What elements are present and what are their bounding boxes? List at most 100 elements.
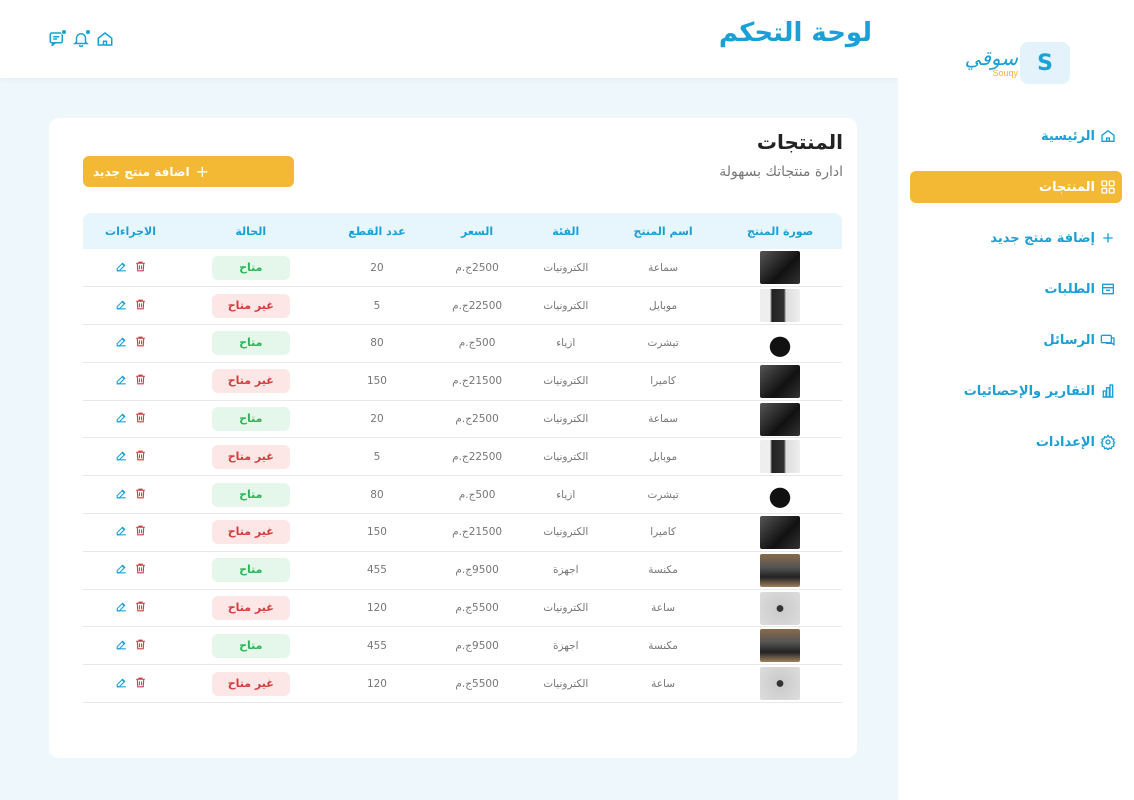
table-row[interactable]: موبايل الكترونيات 22500ج.م 5 غير متاح: [83, 437, 842, 477]
home-icon[interactable]: [96, 30, 114, 48]
edit-icon[interactable]: [115, 373, 128, 386]
column-header[interactable]: الحالة: [178, 213, 323, 249]
product-thumbnail[interactable]: [760, 629, 801, 663]
delete-icon[interactable]: [134, 600, 147, 613]
column-header[interactable]: الفئة: [524, 213, 608, 249]
status-badge: متاح: [211, 558, 290, 583]
product-price: 500ج.م: [430, 475, 524, 515]
sidebar-item-settings[interactable]: الإعدادات: [910, 426, 1122, 458]
product-category: الكترونيات: [523, 400, 608, 439]
products-card: المنتجات ادارة منتجاتك بسهولة + اضافة من…: [49, 118, 857, 758]
column-header[interactable]: اسم المنتج: [608, 213, 718, 249]
edit-icon[interactable]: [115, 524, 128, 537]
edit-icon[interactable]: [115, 260, 128, 273]
table-row[interactable]: ساعة الكترونيات 5500ج.م 120 غير متاح: [83, 664, 842, 704]
delete-icon[interactable]: [134, 298, 147, 311]
section-title: المنتجات: [756, 130, 843, 154]
product-actions: [83, 664, 179, 704]
product-category: الكترونيات: [523, 286, 608, 326]
status-badge: غير متاح: [211, 369, 290, 394]
edit-icon[interactable]: [115, 411, 128, 424]
table-row[interactable]: سماعة الكترونيات 2500ج.م 20 متاح: [83, 249, 842, 288]
sidebar-item-products[interactable]: المنتجات: [910, 171, 1122, 203]
actions-group: [115, 638, 147, 651]
product-quantity: 150: [323, 513, 431, 552]
product-thumbnail[interactable]: [760, 591, 801, 625]
column-header[interactable]: السعر: [430, 213, 523, 249]
product-status-cell: غير متاح: [178, 589, 324, 628]
bell-icon[interactable]: [72, 29, 91, 48]
product-category: اجهزة: [523, 626, 608, 666]
table-row[interactable]: ساعة الكترونيات 5500ج.م 120 غير متاح: [83, 589, 842, 628]
sidebar-item-home[interactable]: الرئيسية: [910, 120, 1122, 152]
delete-icon[interactable]: [134, 260, 147, 273]
sidebar-item-orders[interactable]: الطلبات: [910, 273, 1122, 305]
edit-icon[interactable]: [115, 562, 128, 575]
delete-icon[interactable]: [134, 638, 147, 651]
chat-icon: [1100, 332, 1116, 348]
delete-icon[interactable]: [134, 335, 147, 348]
product-price: 21500ج.م: [430, 362, 524, 401]
column-header[interactable]: الاجراءات: [83, 213, 178, 249]
table-row[interactable]: موبايل الكترونيات 22500ج.م 5 غير متاح: [83, 286, 842, 326]
actions-group: [115, 373, 147, 386]
product-thumbnail[interactable]: [760, 364, 801, 398]
product-thumbnail[interactable]: [760, 289, 801, 323]
delete-icon[interactable]: [134, 524, 147, 537]
product-name: كاميرا: [607, 362, 719, 401]
product-image-cell: [718, 589, 842, 628]
product-thumbnail[interactable]: [760, 553, 801, 587]
product-thumbnail[interactable]: [760, 440, 801, 474]
delete-icon[interactable]: [134, 411, 147, 424]
product-quantity: 80: [323, 475, 431, 515]
product-thumbnail[interactable]: [760, 402, 801, 436]
product-actions: [83, 437, 179, 477]
product-thumbnail[interactable]: [760, 478, 801, 512]
product-image-cell: [718, 249, 842, 288]
product-quantity: 80: [323, 324, 431, 363]
delete-icon[interactable]: [134, 449, 147, 462]
table-row[interactable]: كاميرا الكترونيات 21500ج.م 150 غير متاح: [83, 513, 842, 552]
add-product-button[interactable]: + اضافة منتج جديد: [83, 156, 294, 187]
messages-icon[interactable]: [48, 29, 67, 48]
sidebar-item-label: المنتجات: [1039, 179, 1095, 195]
messages-dot: [61, 29, 67, 35]
product-image-cell: [718, 475, 842, 515]
product-price: 21500ج.م: [430, 513, 524, 552]
product-thumbnail[interactable]: [760, 515, 801, 549]
header-icons: [48, 29, 114, 48]
product-thumbnail[interactable]: [760, 326, 801, 360]
table-row[interactable]: تيشرت ازياء 500ج.م 80 متاح: [83, 475, 842, 515]
page-title: لوحة التحكم: [718, 18, 872, 48]
edit-icon[interactable]: [115, 600, 128, 613]
product-category: ازياء: [523, 475, 608, 515]
sidebar-item-add-product[interactable]: إضافة منتج جديد: [910, 222, 1122, 254]
delete-icon[interactable]: [134, 487, 147, 500]
column-header[interactable]: عدد القطع: [323, 213, 430, 249]
product-thumbnail[interactable]: [760, 667, 801, 701]
product-category: الكترونيات: [523, 249, 608, 288]
product-image-cell: [718, 626, 842, 666]
products-table: صورة المنتج اسم المنتج الفئة السعر عدد ا…: [83, 213, 842, 704]
delete-icon[interactable]: [134, 676, 147, 689]
sidebar-item-messages[interactable]: الرسائل: [910, 324, 1122, 356]
sidebar-item-reports[interactable]: التقارير والإحصائيات: [910, 375, 1122, 407]
column-header[interactable]: صورة المنتج: [718, 213, 842, 249]
edit-icon[interactable]: [115, 298, 128, 311]
edit-icon[interactable]: [115, 487, 128, 500]
product-name: مكنسة: [607, 626, 719, 666]
edit-icon[interactable]: [115, 676, 128, 689]
edit-icon[interactable]: [115, 449, 128, 462]
delete-icon[interactable]: [134, 562, 147, 575]
table-row[interactable]: تيشرت ازياء 500ج.م 80 متاح: [83, 324, 842, 363]
table-row[interactable]: سماعة الكترونيات 2500ج.م 20 متاح: [83, 400, 842, 439]
product-thumbnail[interactable]: [760, 251, 801, 285]
cart-icon: [1100, 281, 1116, 297]
table-row[interactable]: كاميرا الكترونيات 21500ج.م 150 غير متاح: [83, 362, 842, 401]
table-row[interactable]: مكنسة اجهزة 9500ج.م 455 متاح: [83, 626, 842, 666]
product-status-cell: غير متاح: [178, 664, 324, 704]
table-row[interactable]: مكنسة اجهزة 9500ج.م 455 متاح: [83, 551, 842, 590]
edit-icon[interactable]: [115, 335, 128, 348]
edit-icon[interactable]: [115, 638, 128, 651]
delete-icon[interactable]: [134, 373, 147, 386]
